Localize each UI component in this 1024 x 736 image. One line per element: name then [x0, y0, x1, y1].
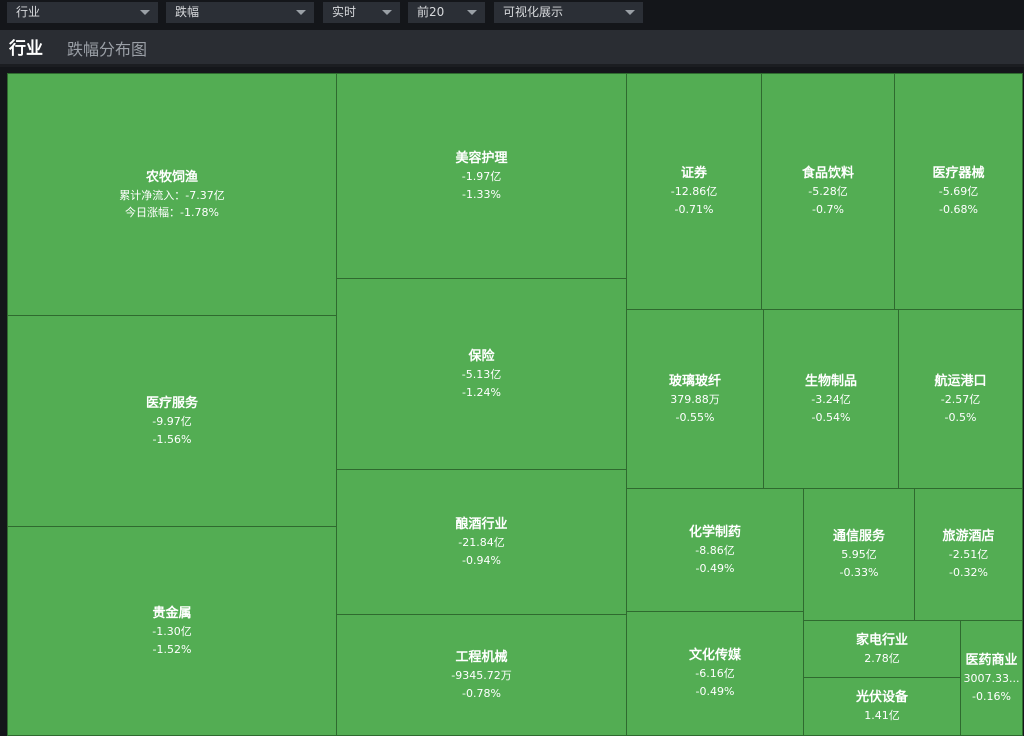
treemap-tile-guijinshu[interactable]: 贵金属 -1.30亿 -1.52% — [7, 526, 337, 736]
tile-net-inflow: -5.69亿 — [938, 185, 979, 198]
dropdown-view-mode-label: 可视化展示 — [503, 5, 564, 19]
tile-net-inflow: -1.30亿 — [152, 624, 192, 638]
tile-name: 文化传媒 — [688, 648, 741, 663]
tile-change: -0.68% — [939, 203, 978, 216]
treemap-tile-niangjiu[interactable]: 酿酒行业 -21.84亿 -0.94% — [336, 469, 627, 615]
tile-net-inflow: 5.95亿 — [841, 548, 877, 561]
treemap-tile-wenhua-chuanmei[interactable]: 文化传媒 -6.16亿 -0.49% — [626, 611, 804, 736]
dropdown-top-n[interactable]: 前20 — [408, 2, 485, 23]
tile-name: 贵金属 — [152, 605, 192, 621]
treemap-tile-meirong[interactable]: 美容护理 -1.97亿 -1.33% — [336, 73, 627, 279]
tile-name: 玻璃玻纤 — [668, 373, 721, 389]
tile-name: 农牧饲渔 — [145, 170, 198, 185]
tile-name: 酿酒行业 — [455, 516, 508, 532]
tile-net-inflow: -9.97亿 — [152, 414, 192, 428]
tile-net-inflow: -6.16亿 — [695, 667, 735, 680]
treemap-tile-lvyou-jiudian[interactable]: 旅游酒店 -2.51亿 -0.32% — [914, 488, 1023, 621]
panel-title: 行业 — [9, 39, 43, 59]
treemap-tile-yiyao-shangye[interactable]: 医药商业 3007.33... -0.16% — [960, 620, 1023, 736]
tile-change: -0.16% — [972, 689, 1011, 703]
tile-change: -0.55% — [675, 410, 715, 424]
treemap-tile-jiadian[interactable]: 家电行业 2.78亿 — [803, 620, 961, 678]
treemap-tile-gongcheng-jixie[interactable]: 工程机械 -9345.72万 -0.78% — [336, 614, 627, 736]
tile-change: -0.54% — [811, 410, 851, 424]
dropdown-period-label: 实时 — [332, 5, 357, 19]
dropdown-top-n-label: 前20 — [417, 5, 445, 19]
chevron-down-icon — [382, 10, 392, 15]
treemap: 农牧饲渔 累计净流入：-7.37亿 今日涨幅：-1.78% 医疗服务 -9.97… — [7, 73, 1023, 736]
tile-change: -0.5% — [944, 410, 977, 424]
tile-change: -1.52% — [152, 642, 192, 656]
treemap-tile-huaxue-zhiyao[interactable]: 化学制药 -8.86亿 -0.49% — [626, 488, 804, 612]
tile-net-inflow: 379.88万 — [670, 392, 720, 406]
tile-net-inflow: -21.84亿 — [458, 535, 505, 549]
filter-toolbar: 行业 跌幅 实时 前20 可视化展示 — [0, 0, 1024, 30]
panel-subtitle: 跌幅分布图 — [67, 40, 148, 59]
tile-net-inflow: -3.24亿 — [811, 392, 851, 406]
tile-name: 工程机械 — [455, 649, 508, 665]
tile-change: -0.49% — [695, 561, 735, 575]
tile-name: 医疗服务 — [145, 395, 198, 411]
tile-change: -0.94% — [462, 553, 501, 567]
chevron-down-icon — [296, 10, 306, 15]
tile-net-inflow: -2.57亿 — [940, 392, 981, 406]
tile-change: -0.71% — [674, 203, 714, 216]
tile-name: 航运港口 — [934, 373, 987, 389]
tile-net-inflow: 2.78亿 — [864, 651, 900, 665]
tile-name: 保险 — [468, 348, 495, 364]
tile-change: 今日涨幅：-1.78% — [125, 206, 219, 219]
tile-change: -0.33% — [839, 566, 879, 579]
dropdown-sort-label: 跌幅 — [175, 5, 200, 19]
treemap-tile-tongxin-fuwu[interactable]: 通信服务 5.95亿 -0.33% — [803, 488, 915, 621]
chevron-down-icon — [625, 10, 635, 15]
dropdown-sort[interactable]: 跌幅 — [166, 2, 314, 23]
tile-name: 生物制品 — [804, 373, 857, 389]
dropdown-view-mode[interactable]: 可视化展示 — [494, 2, 643, 23]
tile-net-inflow: -9345.72万 — [451, 668, 512, 682]
tile-net-inflow: -5.28亿 — [808, 185, 848, 198]
tile-net-inflow: -2.51亿 — [948, 548, 989, 561]
dropdown-category-label: 行业 — [16, 5, 41, 19]
tile-net-inflow: -12.86亿 — [670, 185, 718, 198]
tile-net-inflow: -8.86亿 — [695, 543, 735, 557]
tile-net-inflow: 3007.33... — [963, 671, 1020, 685]
tile-name: 家电行业 — [855, 632, 908, 648]
treemap-tile-zhengquan[interactable]: 证券 -12.86亿 -0.71% — [626, 73, 762, 310]
tile-name: 证券 — [680, 166, 707, 181]
tile-name: 通信服务 — [832, 529, 885, 544]
tile-net-inflow: 累计净流入：-7.37亿 — [119, 189, 225, 202]
treemap-tile-boli-boxian[interactable]: 玻璃玻纤 379.88万 -0.55% — [626, 309, 764, 489]
tile-name: 医疗器械 — [932, 166, 985, 181]
panel-header: 行业 跌幅分布图 — [0, 30, 1024, 67]
dropdown-category[interactable]: 行业 — [7, 2, 158, 23]
treemap-tile-shengwu-zhipin[interactable]: 生物制品 -3.24亿 -0.54% — [763, 309, 899, 489]
tile-name: 食品饮料 — [801, 166, 854, 181]
tile-name: 旅游酒店 — [942, 529, 995, 544]
app-root: 行业 跌幅 实时 前20 可视化展示 行业 跌幅分布图 农牧饲渔 累计净流入：-… — [0, 0, 1024, 736]
tile-change: -1.56% — [152, 432, 192, 446]
tile-net-inflow: -5.13亿 — [461, 367, 502, 381]
treemap-tile-yiliao-fuwu[interactable]: 医疗服务 -9.97亿 -1.56% — [7, 315, 337, 527]
tile-change: -0.49% — [695, 685, 735, 698]
tile-change: -0.32% — [949, 566, 988, 579]
tile-change: -1.24% — [462, 385, 501, 399]
treemap-tile-baoxian[interactable]: 保险 -5.13亿 -1.24% — [336, 278, 627, 470]
tile-name: 医药商业 — [965, 652, 1018, 668]
tile-change: -0.78% — [462, 686, 501, 700]
treemap-tile-hangyun-gangkou[interactable]: 航运港口 -2.57亿 -0.5% — [898, 309, 1023, 489]
tile-net-inflow: -1.97亿 — [461, 169, 502, 183]
treemap-tile-nongmu[interactable]: 农牧饲渔 累计净流入：-7.37亿 今日涨幅：-1.78% — [7, 73, 337, 316]
treemap-tile-shipin-yinliao[interactable]: 食品饮料 -5.28亿 -0.7% — [761, 73, 895, 310]
tile-net-inflow: 1.41亿 — [864, 709, 900, 722]
tile-name: 光伏设备 — [855, 690, 908, 705]
dropdown-period[interactable]: 实时 — [323, 2, 400, 23]
chevron-down-icon — [467, 10, 477, 15]
tile-change: -1.33% — [462, 187, 501, 201]
tile-name: 化学制药 — [688, 524, 741, 540]
tile-change: -0.7% — [812, 203, 844, 216]
chevron-down-icon — [140, 10, 150, 15]
treemap-tile-guangfu-shebei[interactable]: 光伏设备 1.41亿 — [803, 677, 961, 736]
treemap-tile-yiliao-qixie[interactable]: 医疗器械 -5.69亿 -0.68% — [894, 73, 1023, 310]
tile-name: 美容护理 — [455, 150, 508, 166]
